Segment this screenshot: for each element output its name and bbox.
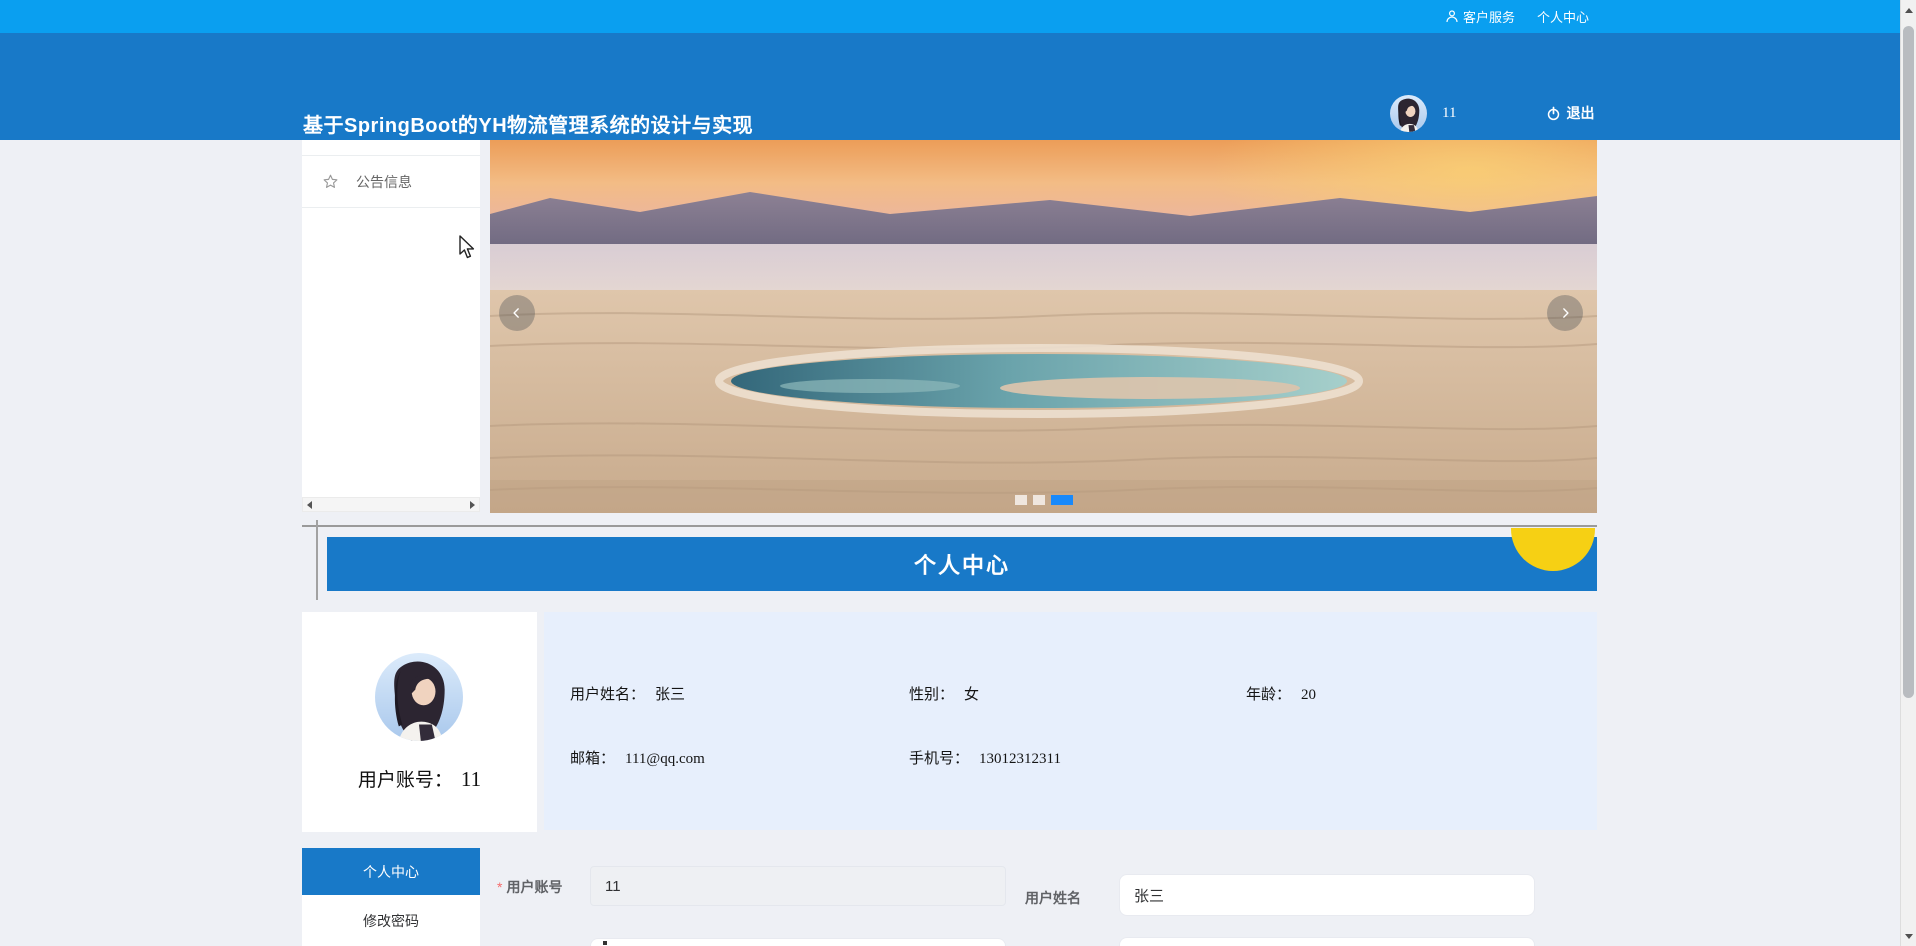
profile-field-phone: 手机号： 13012312311	[909, 747, 1061, 768]
field-value: 13012312311	[979, 751, 1061, 767]
profile-account-line: 用户账号： 11	[302, 765, 537, 792]
section-banner-area: 个人中心	[302, 528, 1597, 594]
account-input[interactable]	[590, 866, 1006, 906]
profile-field-name: 用户姓名： 张三	[570, 683, 685, 704]
power-icon	[1548, 106, 1560, 120]
menu-item-label: 个人中心	[363, 863, 419, 880]
menu-item-label: 修改密码	[363, 912, 419, 929]
topbar: 客户服务 个人中心	[0, 0, 1900, 33]
vertical-scrollbar[interactable]	[1900, 0, 1916, 946]
banner-carousel	[490, 140, 1597, 513]
partial-input-left[interactable]	[590, 938, 1006, 946]
section-title: 个人中心	[913, 553, 1010, 578]
profile-detail-panel: 用户姓名： 张三 性别： 女 年龄： 20 邮箱： 111@qq.com 手机号： 130…	[544, 612, 1597, 830]
profile-card: 用户账号： 11	[302, 612, 537, 832]
carousel-indicator-1[interactable]	[1014, 495, 1027, 505]
logout-label: 退出	[1566, 105, 1595, 121]
carousel-slide-image	[490, 140, 1597, 513]
profile-field-gender: 性别： 女	[909, 683, 979, 704]
sidebar-horizontal-scrollbar[interactable]	[302, 497, 480, 512]
carousel-indicator-2[interactable]	[1032, 495, 1045, 505]
section-banner: 个人中心	[327, 537, 1597, 591]
scroll-right-arrow-icon[interactable]	[470, 500, 475, 509]
field-label: 性别：	[909, 687, 955, 703]
carousel-next-button[interactable]	[1547, 295, 1583, 331]
field-label: 用户姓名：	[570, 687, 646, 703]
header-user-area: 11 退出	[1390, 88, 1594, 138]
profile-field-email: 邮箱： 111@qq.com	[570, 747, 705, 768]
field-value: 张三	[655, 687, 686, 703]
username-input[interactable]	[1119, 874, 1535, 916]
form-label-text: 用户姓名	[1025, 890, 1081, 906]
carousel-indicators	[490, 495, 1597, 505]
decor-horizontal-line	[302, 525, 1597, 527]
scroll-down-arrow-icon[interactable]	[1901, 928, 1916, 944]
chevron-right-icon	[1563, 308, 1569, 318]
scroll-left-arrow-icon[interactable]	[307, 500, 312, 509]
header-username: 11	[1442, 104, 1457, 121]
field-label: 年龄：	[1246, 687, 1292, 703]
mouse-cursor	[459, 235, 475, 259]
field-value: 20	[1301, 687, 1317, 703]
topbar-link-personal-center[interactable]: 个人中心	[1537, 7, 1589, 26]
scroll-up-arrow-icon[interactable]	[1901, 2, 1916, 18]
account-menu-item-change-password[interactable]: 修改密码	[302, 895, 480, 946]
topbar-link-label: 个人中心	[1536, 10, 1589, 25]
form-label-text: 用户账号	[506, 879, 563, 895]
sidebar: 公告信息	[302, 140, 480, 497]
required-mark: *	[497, 879, 503, 895]
account-menu-item-personal-center[interactable]: 个人中心	[302, 848, 480, 895]
field-value: 111@qq.com	[625, 751, 705, 767]
form-label-username: 用户姓名	[1025, 888, 1081, 908]
topbar-links: 客户服务 个人中心	[1446, 0, 1589, 33]
field-label: 手机号：	[909, 751, 970, 767]
header: 基于SpringBoot的YH物流管理系统的设计与实现 11 退出	[0, 33, 1900, 140]
carousel-prev-button[interactable]	[499, 295, 535, 331]
chevron-left-icon	[513, 308, 519, 318]
star-icon	[323, 174, 338, 188]
field-label: 邮箱：	[570, 751, 616, 767]
profile-field-age: 年龄： 20	[1246, 683, 1316, 704]
profile-avatar	[375, 653, 463, 741]
partial-text-fragment	[603, 941, 607, 945]
person-icon	[1446, 10, 1458, 23]
sidebar-item-label: 公告信息	[356, 173, 412, 190]
sidebar-item-notice[interactable]: 公告信息	[302, 155, 480, 208]
account-label: 用户账号：	[357, 770, 453, 791]
account-value: 11	[460, 767, 482, 791]
logout-button[interactable]: 退出	[1546, 103, 1594, 123]
form-label-account: * 用户账号	[497, 877, 562, 897]
carousel-indicator-3-active[interactable]	[1050, 495, 1073, 505]
topbar-link-customer-service[interactable]: 客户服务	[1446, 7, 1515, 26]
user-avatar[interactable]	[1390, 94, 1427, 132]
field-value: 女	[964, 687, 980, 703]
vertical-scrollbar-thumb[interactable]	[1903, 26, 1914, 698]
partial-input-right[interactable]	[1119, 937, 1535, 946]
page-title: 基于SpringBoot的YH物流管理系统的设计与实现	[303, 115, 754, 137]
topbar-link-label: 客户服务	[1462, 10, 1515, 25]
